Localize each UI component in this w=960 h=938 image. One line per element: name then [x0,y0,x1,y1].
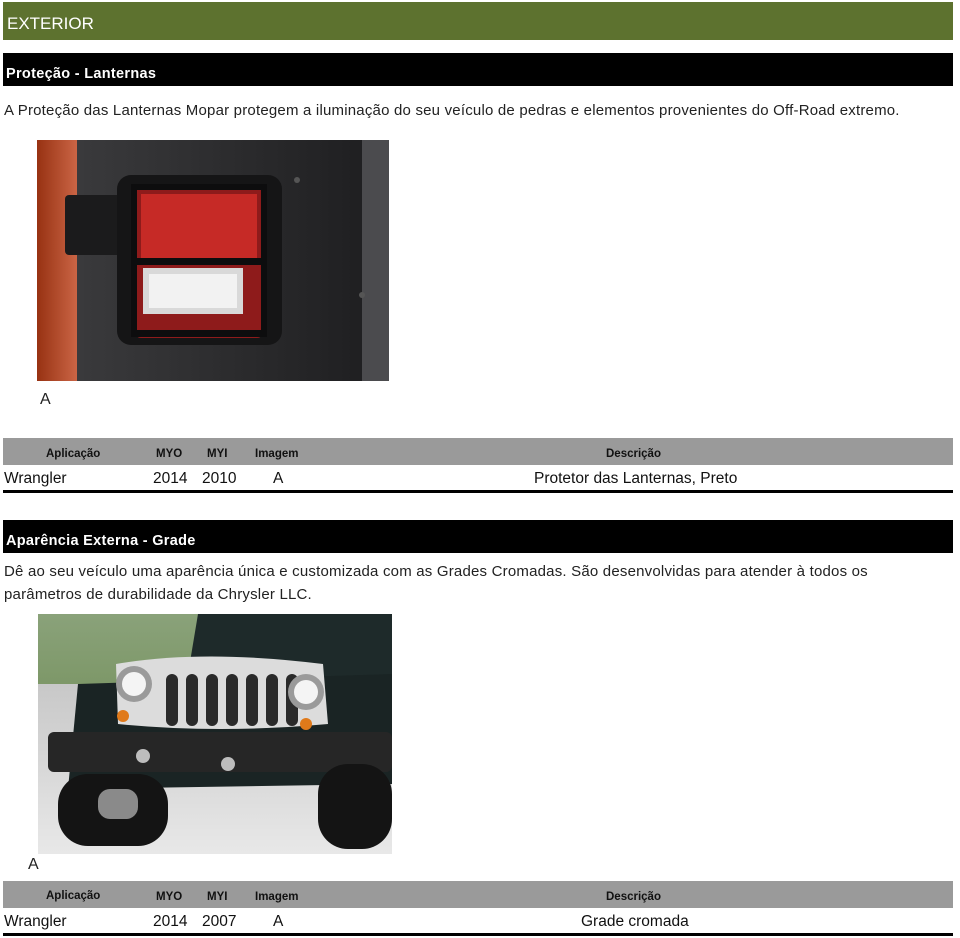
cell-image: A [273,913,284,930]
cell-myi: 2010 [202,470,237,487]
column-header-myi: MYI [207,891,228,903]
section-title-bar: Aparência Externa - Grade [3,520,953,553]
image-label: A [28,856,39,873]
section-description: Dê ao seu veículo uma aparência única e … [4,563,868,603]
table-header: Aplicação MYO MYI Imagem Descrição [3,881,953,908]
taillight-guard-photo [37,140,389,381]
divider [3,933,953,936]
cell-description: Protetor das Lanternas, Preto [534,470,738,487]
section-title: Proteção - Lanternas [6,66,157,82]
section-title: Aparência Externa - Grade [6,533,196,549]
cell-myo: 2014 [153,913,188,930]
column-header-myi: MYI [207,448,228,460]
cell-image: A [273,470,284,487]
cell-myo: 2014 [153,470,188,487]
table-row: Wrangler 2014 2010 A Protetor das Lanter… [3,465,953,491]
column-header-image: Imagem [255,448,299,460]
table-row: Wrangler 2014 2007 A Grade cromada [3,908,953,934]
column-header-myo: MYO [156,448,183,460]
column-header-application: Aplicação [46,448,101,460]
image-label: A [40,391,51,408]
column-header-myo: MYO [156,891,183,903]
cell-application: Wrangler [4,470,67,487]
page-header: EXTERIOR [3,2,953,40]
page-title: EXTERIOR [7,14,94,33]
divider [3,490,953,493]
cell-application: Wrangler [4,913,67,930]
cell-description: Grade cromada [581,913,689,930]
section-description: A Proteção das Lanternas Mopar protegem … [4,102,900,119]
table-header: Aplicação MYO MYI Imagem Descrição [3,438,953,465]
chrome-grille-photo [38,614,392,854]
cell-myi: 2007 [202,913,237,930]
column-header-application: Aplicação [46,890,101,902]
section-title-bar: Proteção - Lanternas [3,53,953,86]
column-header-image: Imagem [255,891,299,903]
column-header-description: Descrição [606,891,661,903]
column-header-description: Descrição [606,448,661,460]
